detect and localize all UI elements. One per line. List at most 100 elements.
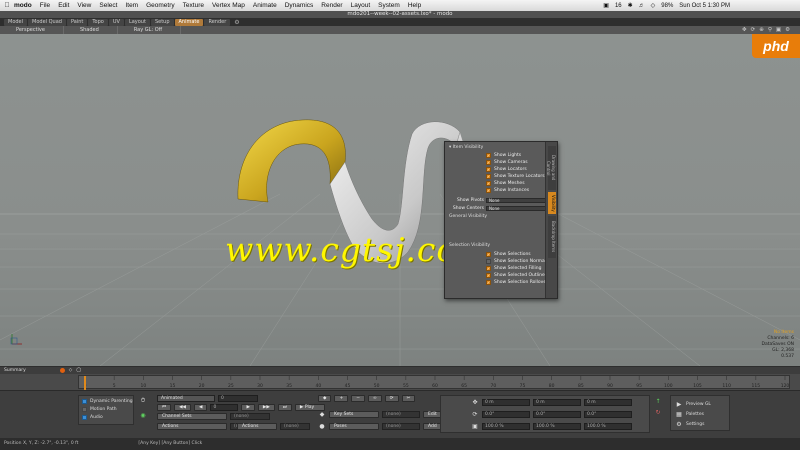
visibility-popup[interactable]: ▾ Item Visibility ✓ Show Lights ✓ Show Cam… bbox=[444, 141, 558, 299]
checkbox[interactable]: ✓ bbox=[486, 160, 491, 165]
key-sets-edit-button[interactable]: Edit bbox=[423, 411, 442, 418]
zoom-icon[interactable]: ⊕ bbox=[759, 26, 764, 34]
checkbox[interactable]: ✓ bbox=[486, 273, 491, 278]
3d-viewport[interactable]: www.cgtsj.com phd No Items Channels: 6 D… bbox=[0, 34, 800, 366]
item-visibility-header[interactable]: ▾ Item Visibility bbox=[449, 145, 483, 150]
prev-frame-button[interactable]: ◀ bbox=[193, 404, 208, 411]
poses-button[interactable]: Poses bbox=[329, 423, 379, 430]
raygl-button[interactable]: Ray GL: Off bbox=[118, 26, 182, 34]
show-pivots-select[interactable]: None bbox=[486, 197, 546, 203]
tab-uv[interactable]: UV bbox=[108, 18, 124, 26]
tab-paint[interactable]: Paint bbox=[66, 18, 88, 26]
key-cut-button[interactable]: ✂ bbox=[401, 395, 416, 402]
show-selection-normals-row[interactable]: Show Selection Normals bbox=[486, 258, 548, 265]
key-sets-icon[interactable]: ◆ bbox=[318, 411, 326, 419]
menu-app-name[interactable]: modo bbox=[14, 2, 32, 9]
tab-model-quad[interactable]: Model Quad bbox=[28, 18, 66, 26]
selection-visibility-header[interactable]: Selection Visibility bbox=[449, 243, 490, 248]
timeline-label[interactable]: Summary bbox=[4, 368, 26, 373]
preview-row[interactable]: ▶ Preview GL bbox=[675, 401, 711, 408]
checkbox[interactable]: ✓ bbox=[486, 280, 491, 285]
next-frame-button[interactable]: ▶ bbox=[241, 404, 255, 411]
key-icon[interactable]: ◇ bbox=[69, 368, 72, 373]
checkbox[interactable]: ✓ bbox=[486, 266, 491, 271]
gizmo-rotate-icon[interactable]: ↻ bbox=[654, 408, 662, 416]
key-remove-button[interactable]: − bbox=[351, 395, 366, 402]
tab-layout[interactable]: Layout bbox=[124, 18, 150, 26]
show-texture-locators-row[interactable]: ✓ Show Texture Locators bbox=[486, 173, 545, 180]
checkbox[interactable]: ✓ bbox=[486, 174, 491, 179]
scale-x-field[interactable]: 100.0 % bbox=[482, 423, 530, 430]
search-icon[interactable]: ⚲ bbox=[768, 26, 772, 34]
toggle-icon[interactable] bbox=[82, 399, 87, 404]
apple-icon[interactable]:  bbox=[0, 2, 14, 9]
rotation-z-field[interactable]: 0.0° bbox=[584, 411, 632, 418]
auto-key-icon[interactable]: ◉ bbox=[139, 411, 147, 419]
checkbox[interactable]: ✓ bbox=[486, 252, 491, 257]
scale-y-field[interactable]: 100.0 % bbox=[533, 423, 581, 430]
tab-model[interactable]: Model bbox=[4, 18, 28, 26]
toggle-icon[interactable] bbox=[82, 407, 87, 412]
general-visibility-header[interactable]: General Visibility bbox=[449, 214, 487, 219]
poses-icon[interactable]: ● bbox=[318, 423, 326, 431]
show-locators-row[interactable]: ✓ Show Locators bbox=[486, 166, 527, 173]
actions-button[interactable]: Actions bbox=[157, 423, 227, 430]
mode-dropdown[interactable]: Animated bbox=[157, 395, 215, 402]
checkbox[interactable]: ✓ bbox=[486, 188, 491, 193]
channel-sets-button[interactable]: Channel Sets bbox=[157, 413, 227, 420]
show-selection-rollovers-row[interactable]: ✓ Show Selection Rollovers bbox=[486, 279, 550, 286]
menu-view[interactable]: View bbox=[77, 2, 91, 9]
record-icon[interactable] bbox=[59, 368, 65, 373]
scale-z-field[interactable]: 100.0 % bbox=[584, 423, 632, 430]
motion-path-toggle[interactable]: Motion Path bbox=[82, 406, 117, 413]
clock[interactable]: Sun Oct 5 1:30 PM bbox=[679, 3, 730, 9]
show-meshes-row[interactable]: ✓ Show Meshes bbox=[486, 180, 525, 187]
settings-row[interactable]: ⚙ Settings bbox=[675, 421, 704, 428]
poses-dropdown[interactable]: (none) bbox=[382, 423, 420, 430]
next-key-button[interactable]: ▶▶ bbox=[257, 404, 275, 411]
audio-toggle[interactable]: Audio bbox=[82, 414, 103, 421]
prev-key-button[interactable]: ◀◀ bbox=[174, 404, 191, 411]
bluetooth-icon[interactable]: ✱ bbox=[628, 2, 633, 9]
menu-layout[interactable]: Layout bbox=[351, 2, 371, 9]
menu-help[interactable]: Help bbox=[408, 2, 421, 9]
rotation-x-field[interactable]: 0.0° bbox=[482, 411, 530, 418]
show-selected-filling-row[interactable]: ✓ Show Selected Filling bbox=[486, 265, 541, 272]
key-sets-dropdown[interactable]: (none) bbox=[382, 411, 420, 418]
show-centers-select[interactable]: None bbox=[486, 205, 546, 211]
key-cycle-button[interactable]: ⟳ bbox=[384, 395, 399, 402]
display-icon[interactable]: ▣ bbox=[603, 2, 609, 9]
layout-gear-icon[interactable]: ⚙ bbox=[234, 19, 239, 26]
menu-vertex-map[interactable]: Vertex Map bbox=[212, 2, 245, 9]
tab-topo[interactable]: Topo bbox=[88, 18, 108, 26]
palettes-row[interactable]: ▦ Palettes bbox=[675, 411, 704, 418]
channel-sets-dropdown[interactable]: (none) bbox=[230, 413, 270, 420]
checkbox[interactable] bbox=[486, 259, 491, 264]
rotate-icon[interactable]: ⟳ bbox=[751, 26, 756, 34]
actions-2-dropdown[interactable]: (none) bbox=[280, 423, 310, 430]
checkbox[interactable]: ✓ bbox=[486, 167, 491, 172]
position-z-field[interactable]: 0 m bbox=[584, 399, 632, 406]
toggle-icon[interactable] bbox=[82, 415, 87, 420]
menu-animate[interactable]: Animate bbox=[253, 2, 277, 9]
volume-icon[interactable]: ♬ bbox=[639, 3, 645, 9]
menu-texture[interactable]: Texture bbox=[183, 2, 204, 9]
view-type-button[interactable]: Perspective bbox=[0, 26, 64, 34]
gear-icon[interactable]: ⚙ bbox=[785, 26, 790, 34]
go-end-button[interactable]: ⏭ bbox=[277, 404, 292, 411]
position-x-field[interactable]: 0 m bbox=[482, 399, 530, 406]
rotation-y-field[interactable]: 0.0° bbox=[533, 411, 581, 418]
actions-2-button[interactable]: Actions bbox=[237, 423, 277, 430]
tab-setup[interactable]: Setup bbox=[150, 18, 174, 26]
show-cameras-row[interactable]: ✓ Show Cameras bbox=[486, 159, 528, 166]
menu-dynamics[interactable]: Dynamics bbox=[285, 2, 314, 9]
checkbox[interactable]: ✓ bbox=[486, 153, 491, 158]
menu-geometry[interactable]: Geometry bbox=[146, 2, 175, 9]
menu-render[interactable]: Render bbox=[321, 2, 342, 9]
stopwatch-icon[interactable]: ⏱ bbox=[139, 397, 147, 405]
menu-select[interactable]: Select bbox=[99, 2, 117, 9]
menu-system[interactable]: System bbox=[378, 2, 400, 9]
current-frame-field[interactable]: 0 bbox=[210, 404, 239, 411]
gizmo-move-icon[interactable]: ↑ bbox=[654, 397, 662, 405]
key-button[interactable]: ◆ bbox=[318, 395, 332, 402]
